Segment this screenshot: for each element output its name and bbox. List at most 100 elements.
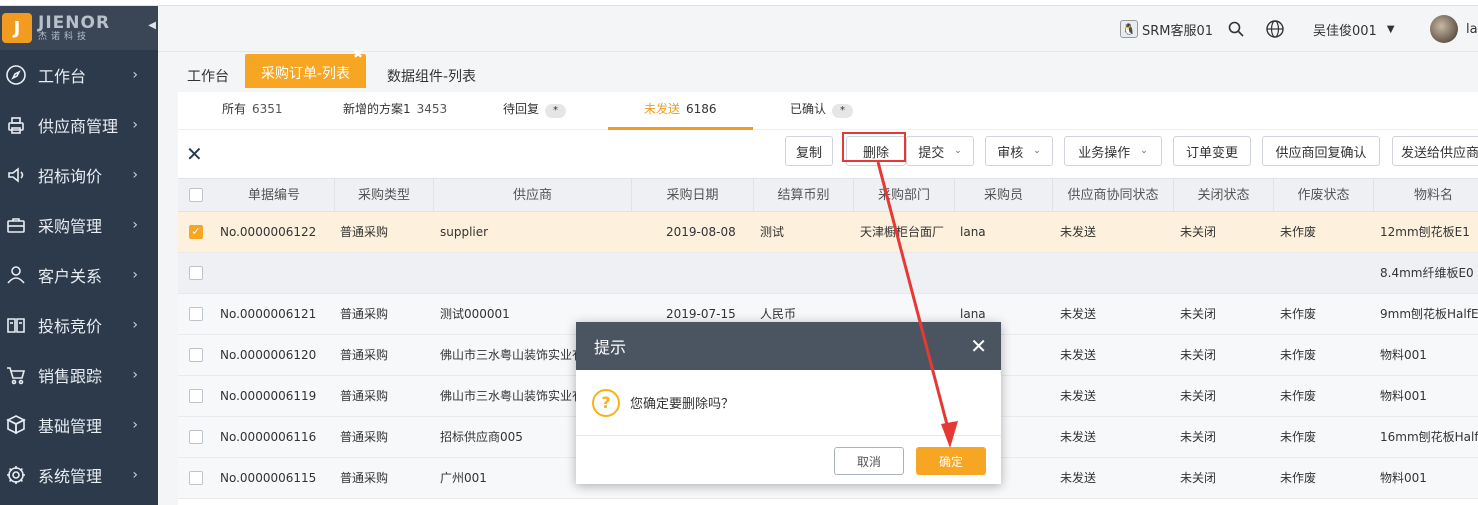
cell-type: 普通采购: [340, 471, 389, 485]
column-header[interactable]: 采购日期: [632, 179, 754, 213]
sidebar-item-7[interactable]: 基础管理 ›: [0, 400, 158, 450]
top-header: 🐧 SRM客服01 吴佳俊001 ▼ lana: [158, 6, 1478, 52]
user-menu[interactable]: 吴佳俊001 ▼: [1313, 6, 1395, 52]
column-header[interactable]: 采购类型: [335, 179, 434, 213]
cell-dept: 天津橱柜台面厂: [860, 225, 945, 239]
column-header[interactable]: 物料名: [1374, 179, 1478, 213]
cell-sync: 未发送: [1060, 389, 1097, 403]
dialog-title: 提示: [594, 338, 627, 357]
row-checkbox[interactable]: [189, 266, 203, 280]
collapse-sidebar-icon[interactable]: ◀: [148, 20, 156, 31]
search-icon[interactable]: [1228, 6, 1244, 52]
subtab-plan1[interactable]: 新增的方案1 3453: [343, 100, 447, 130]
cell-material: 物料001: [1380, 389, 1427, 403]
cell-no: No.0000006121: [220, 307, 317, 321]
cell-material: 9mm刨花板HalfE1: [1380, 307, 1478, 321]
sidebar-item-0[interactable]: 工作台 ›: [0, 50, 158, 100]
copy-button[interactable]: 复制: [785, 136, 833, 166]
close-icon[interactable]: ✕: [970, 334, 987, 358]
cell-no: No.0000006122: [220, 225, 317, 239]
sidebar-item-label: 工作台: [38, 67, 87, 86]
sidebar-item-4[interactable]: 客户关系 ›: [0, 250, 158, 300]
confirm-button[interactable]: 确定: [916, 447, 986, 475]
sidebar-item-6[interactable]: 销售跟踪 ›: [0, 350, 158, 400]
subtab-all[interactable]: 所有 6351: [222, 100, 283, 130]
column-header[interactable]: 单据编号: [214, 179, 335, 213]
subtab-unsent[interactable]: 未发送 6186: [608, 100, 753, 130]
column-header[interactable]: 采购员: [955, 179, 1053, 213]
row-checkbox[interactable]: [189, 307, 203, 321]
dialog-header: 提示 ✕: [576, 322, 1001, 370]
sidebar-item-2[interactable]: 招标询价 ›: [0, 150, 158, 200]
cell-no: No.0000006115: [220, 471, 317, 485]
business-ops-button[interactable]: 业务操作 ⌄: [1064, 136, 1162, 166]
column-header[interactable]: 供应商: [434, 179, 632, 213]
column-header[interactable]: 供应商协同状态: [1053, 179, 1174, 213]
order-change-button[interactable]: 订单变更: [1173, 136, 1251, 166]
supplier-confirm-button[interactable]: 供应商回复确认: [1262, 136, 1380, 166]
cell-void: 未作废: [1280, 389, 1317, 403]
close-icon[interactable]: ✖: [353, 48, 363, 60]
cell-buyer: lana: [960, 225, 986, 239]
row-checkbox[interactable]: [189, 348, 203, 362]
column-header[interactable]: 采购部门: [854, 179, 955, 213]
cell-type: [340, 253, 436, 293]
dialog-footer: 取消 确定: [576, 436, 1001, 484]
book-icon: [4, 313, 28, 337]
review-label: 审核: [997, 145, 1024, 161]
cell-void: [1280, 253, 1376, 293]
sidebar-item-8[interactable]: 系统管理 ›: [0, 450, 158, 500]
chevron-down-icon: ⌄: [954, 146, 962, 156]
cell-close: 未关闭: [1180, 307, 1217, 321]
chevron-down-icon: ⌄: [1140, 146, 1148, 156]
business-ops-label: 业务操作: [1078, 145, 1131, 161]
review-button[interactable]: 审核 ⌄: [985, 136, 1053, 166]
cell-sync: 未发送: [1060, 225, 1097, 239]
question-icon: ?: [592, 388, 620, 417]
cell-close: [1180, 253, 1276, 293]
subtab-label: 已确认: [790, 102, 827, 116]
row-checkbox[interactable]: ✓: [189, 225, 203, 239]
subtab-confirmed[interactable]: 已确认 *: [790, 100, 854, 130]
submit-button[interactable]: 提交 ⌄: [906, 136, 974, 166]
column-header[interactable]: 关闭状态: [1174, 179, 1274, 213]
cell-supplier: supplier: [440, 225, 489, 239]
cell-supplier: 佛山市三水粤山装饰实业有限公司: [440, 389, 580, 403]
column-header[interactable]: 作废状态: [1274, 179, 1374, 213]
row-checkbox[interactable]: [189, 471, 203, 485]
row-checkbox[interactable]: [189, 430, 203, 444]
brand-name: JIENOR: [38, 12, 111, 33]
logo-mark: J: [2, 13, 32, 43]
gear-icon: [4, 463, 28, 487]
cell-void: 未作废: [1280, 471, 1317, 485]
table-row[interactable]: 8.4mm纤维板E0: [178, 253, 1478, 294]
close-icon[interactable]: ✕: [186, 142, 203, 166]
subtab-pending-reply[interactable]: 待回复 *: [503, 100, 567, 130]
subtab-count: *: [832, 104, 854, 118]
cell-date: [666, 253, 752, 293]
tab-purchase-order-list[interactable]: 采购订单-列表 ✖: [245, 48, 367, 88]
chevron-right-icon: ›: [132, 217, 138, 233]
account-menu[interactable]: lana: [1430, 6, 1478, 52]
table-row[interactable]: ✓ No.0000006122 普通采购 supplier 2019-08-08 测试 天津…: [178, 212, 1478, 253]
globe-icon[interactable]: [1266, 6, 1284, 52]
cancel-button[interactable]: 取消: [834, 447, 904, 475]
account-name: lana: [1466, 21, 1478, 37]
sidebar-item-5[interactable]: 投标竞价 ›: [0, 300, 158, 350]
tab-data-component-list[interactable]: 数据组件-列表: [387, 66, 476, 86]
toolbar: ✕ 复制 删除 提交 ⌄ 审核 ⌄ 业务操作 ⌄ 订单变更 供应商回复确认 发送给供应…: [178, 132, 1478, 176]
send-to-supplier-button[interactable]: 发送给供应商: [1392, 136, 1478, 166]
tab-workbench[interactable]: 工作台: [187, 66, 229, 86]
select-all-checkbox[interactable]: [189, 188, 203, 202]
customer-service-link[interactable]: 🐧 SRM客服01: [1120, 6, 1213, 52]
printer-icon: [4, 113, 28, 137]
sidebar-item-label: 供应商管理: [38, 117, 119, 136]
subtab-count: 6351: [252, 102, 283, 116]
row-checkbox[interactable]: [189, 389, 203, 403]
cell-supplier: 招标供应商005: [440, 430, 523, 444]
sidebar-item-3[interactable]: 采购管理 ›: [0, 200, 158, 250]
cell-type: 普通采购: [340, 348, 389, 362]
sidebar-item-1[interactable]: 供应商管理 ›: [0, 100, 158, 150]
cell-type: 普通采购: [340, 225, 389, 239]
column-header[interactable]: 结算币别: [754, 179, 854, 213]
